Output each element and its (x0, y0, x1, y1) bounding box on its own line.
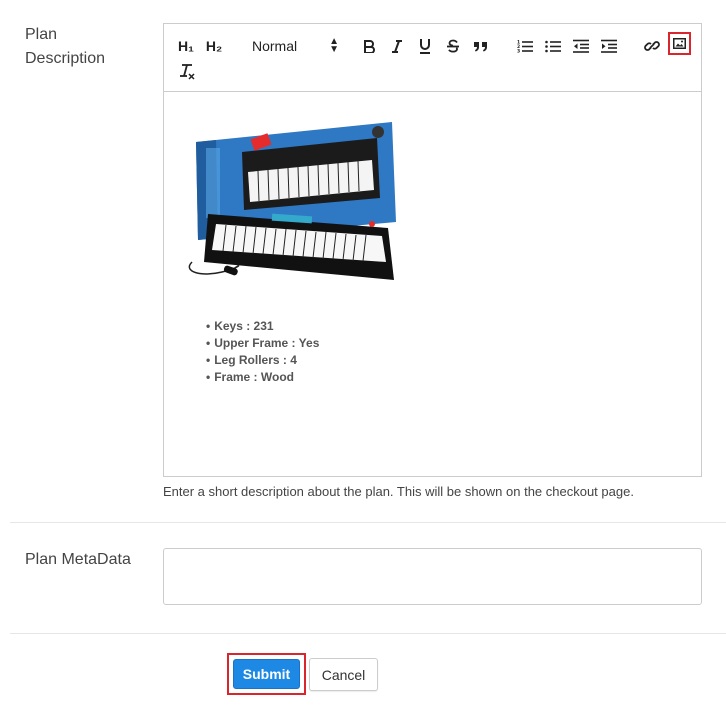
list-item: Upper Frame : Yes (206, 335, 319, 352)
svg-text:3: 3 (517, 49, 520, 54)
underline-icon (420, 39, 430, 54)
rich-text-editor: H₁ H₂ Normal ▲ ▼ 1 2 3 • Keys: 231 • Up… (163, 23, 702, 477)
blockquote-button[interactable] (473, 36, 489, 56)
submit-highlight: Submit (227, 653, 306, 695)
heading2-label: H₂ (205, 38, 223, 54)
blockquote-icon (474, 42, 487, 52)
keyboard-product-image (188, 122, 396, 280)
ordered-list-button[interactable]: 1 2 3 (516, 36, 534, 56)
bold-button[interactable] (361, 36, 377, 56)
heading1-button[interactable]: H₁ (176, 36, 196, 56)
italic-button[interactable] (389, 36, 405, 56)
bullet-list-icon (545, 40, 561, 53)
ordered-list-icon: 1 2 3 (517, 40, 533, 54)
strikethrough-icon (447, 39, 459, 53)
plan-description-label-line2: Description (25, 50, 106, 67)
section-divider (10, 633, 726, 634)
image-button[interactable] (668, 32, 691, 55)
plan-metadata-label: Plan MetaData (25, 551, 131, 568)
italic-icon (392, 40, 402, 53)
outdent-icon (573, 39, 589, 53)
section-divider (10, 522, 726, 523)
heading2-button[interactable]: H₂ (204, 36, 224, 56)
indent-icon (601, 39, 617, 53)
image-icon (673, 38, 686, 49)
bullet-list-button[interactable] (544, 36, 562, 56)
format-select-value: Normal (252, 38, 298, 54)
plan-description-hint: Enter a short description about the plan… (163, 484, 634, 499)
clear-format-button[interactable] (178, 62, 196, 82)
outdent-button[interactable] (572, 36, 590, 56)
list-item: Frame : Wood (206, 369, 319, 386)
editor-content[interactable]: Keys : 231 Upper Frame : Yes Leg Rollers… (164, 92, 701, 476)
plan-description-label-line1: Plan (25, 26, 58, 43)
list-item: Keys : 231 (206, 318, 319, 335)
submit-button[interactable]: Submit (233, 659, 300, 689)
underline-button[interactable] (417, 36, 433, 56)
indent-button[interactable] (600, 36, 618, 56)
list-item: Leg Rollers : 4 (206, 352, 319, 369)
strikethrough-button[interactable] (445, 36, 461, 56)
plan-metadata-input[interactable] (163, 548, 702, 605)
link-icon (644, 41, 660, 51)
bold-icon (364, 40, 375, 53)
select-arrows-icon: ▲ ▼ (329, 36, 339, 55)
link-button[interactable] (643, 36, 661, 56)
spec-list: Keys : 231 Upper Frame : Yes Leg Rollers… (206, 318, 319, 386)
clear-format-icon (180, 64, 195, 80)
plan-description-label: Plan Description (25, 23, 105, 71)
editor-toolbar: H₁ H₂ Normal ▲ ▼ 1 2 3 (164, 24, 701, 92)
heading1-label: H₁ (178, 38, 194, 54)
cancel-button[interactable]: Cancel (309, 658, 378, 691)
format-select[interactable]: Normal ▲ ▼ (249, 36, 339, 56)
